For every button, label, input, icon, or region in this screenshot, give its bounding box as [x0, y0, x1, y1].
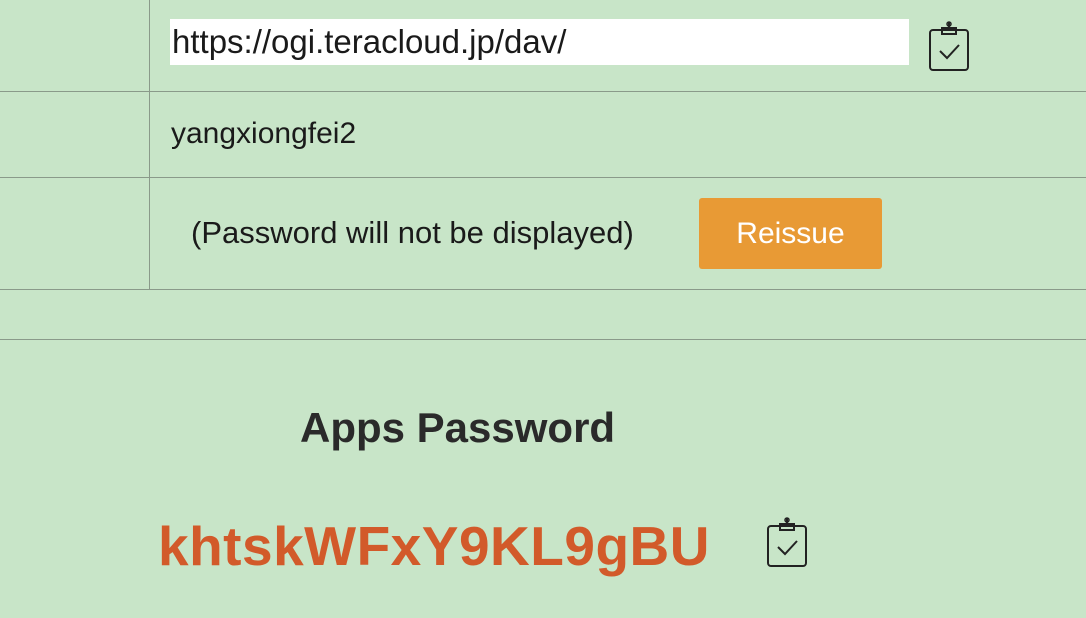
clipboard-check-icon[interactable]	[766, 516, 808, 573]
row-divider	[0, 177, 1086, 178]
row-divider	[0, 339, 1086, 340]
password-note: (Password will not be displayed)	[191, 215, 634, 250]
account-settings-page: yangxiongfei2 (Password will not be disp…	[0, 0, 1086, 618]
webdav-url-field[interactable]	[170, 19, 909, 65]
username-value: yangxiongfei2	[171, 117, 357, 150]
clipboard-check-icon[interactable]	[928, 20, 970, 77]
row-divider	[0, 289, 1086, 290]
row-divider	[0, 91, 1086, 92]
apps-password-value: khtskWFxY9KL9gBU	[158, 515, 710, 577]
apps-password-title: Apps Password	[300, 404, 616, 451]
column-divider	[149, 0, 150, 289]
reissue-button[interactable]: Reissue	[699, 198, 882, 269]
